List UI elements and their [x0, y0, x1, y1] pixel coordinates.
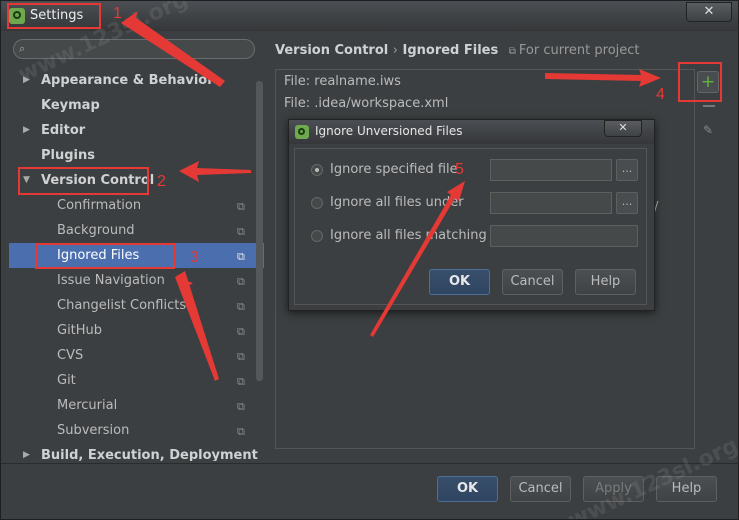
- dialog-cancel-button[interactable]: Cancel: [502, 269, 563, 295]
- project-scope-icon: ⧉: [237, 350, 245, 363]
- list-item[interactable]: File: .idea/workspace.xml: [284, 96, 448, 111]
- tree-label: Issue Navigation: [57, 273, 165, 288]
- annotation-number-5: 5: [455, 161, 464, 178]
- divider: [1, 463, 738, 464]
- dialog-title-bar: Ignore Unversioned Files ✕: [289, 120, 654, 144]
- breadcrumb: Version Control › Ignored Files ⧉ For cur…: [275, 43, 640, 58]
- annotation-number-4: 4: [656, 86, 665, 103]
- tree-label: Build, Execution, Deployment: [41, 448, 258, 461]
- project-scope-icon: ⧉: [237, 325, 245, 338]
- project-scope-icon: ⧉: [237, 275, 245, 288]
- tree-label: Confirmation: [57, 198, 142, 213]
- annotation-number-3: 3: [190, 249, 199, 266]
- project-scope-icon: ⧉: [237, 250, 245, 263]
- tree-label: Git: [57, 373, 76, 388]
- tree-item-background[interactable]: Background ⧉: [9, 218, 264, 243]
- tree-label: Appearance & Behavior: [41, 73, 214, 88]
- project-scope: ⧉ For current project: [509, 43, 640, 58]
- dialog-close-button[interactable]: ✕: [604, 120, 642, 137]
- pattern-input[interactable]: [490, 225, 638, 247]
- breadcrumb-separator: ›: [392, 43, 398, 58]
- annotation-box-1: [7, 3, 101, 29]
- ignore-unversioned-dialog: Ignore Unversioned Files ✕ Ignore specif…: [288, 119, 655, 311]
- option-ignore-specified-file[interactable]: Ignore specified file: [311, 159, 458, 181]
- tree-label: Subversion: [57, 423, 130, 438]
- radio-unselected[interactable]: [311, 230, 323, 242]
- android-studio-icon: [295, 125, 309, 139]
- directory-input[interactable]: [490, 192, 612, 214]
- tree-item-keymap[interactable]: Keymap: [9, 93, 264, 118]
- tree-item-plugins[interactable]: Plugins: [9, 143, 264, 168]
- close-button[interactable]: ✕: [686, 2, 732, 22]
- settings-window: Settings ✕ ⌕ ▶ Appearance & Behavior Key…: [0, 0, 739, 520]
- dialog-title: Ignore Unversioned Files: [315, 124, 463, 138]
- project-scope-label: For current project: [518, 43, 640, 58]
- dialog-help-button[interactable]: Help: [575, 269, 636, 295]
- annotation-number-2: 2: [157, 173, 166, 190]
- tree-label: Plugins: [41, 148, 95, 163]
- radio-selected[interactable]: [311, 164, 323, 176]
- specified-file-input[interactable]: [490, 159, 612, 181]
- tree-label: Background: [57, 223, 135, 238]
- project-scope-icon: ⧉: [237, 375, 245, 388]
- tree-item-editor[interactable]: ▶ Editor: [9, 118, 264, 143]
- option-label: Ignore specified file: [330, 162, 458, 177]
- breadcrumb-current: Ignored Files: [402, 43, 499, 58]
- project-scope-icon: ⧉: [237, 300, 245, 313]
- radio-unselected[interactable]: [311, 197, 323, 209]
- tree-item-issue-navigation[interactable]: Issue Navigation ⧉: [9, 268, 264, 293]
- cancel-button[interactable]: Cancel: [510, 476, 571, 502]
- annotation-box-3: [35, 243, 175, 269]
- edit-icon[interactable]: ✎: [703, 123, 713, 137]
- ok-button[interactable]: OK: [437, 476, 498, 502]
- annotation-box-2: [18, 167, 149, 195]
- dialog-ok-button[interactable]: OK: [429, 269, 490, 295]
- remove-icon[interactable]: [703, 105, 715, 107]
- project-scope-icon: ⧉: [237, 225, 245, 238]
- tree-label: GitHub: [57, 323, 103, 338]
- project-scope-icon: ⧉: [508, 46, 516, 57]
- tree-item-git[interactable]: Git ⧉: [9, 368, 264, 393]
- expand-arrow-icon[interactable]: ▶: [23, 118, 30, 143]
- tree-label: CVS: [57, 348, 84, 363]
- dialog-content: Ignore specified file ... Ignore all fil…: [294, 148, 647, 305]
- tree-item-mercurial[interactable]: Mercurial ⧉: [9, 393, 264, 418]
- tree-item-github[interactable]: GitHub ⧉: [9, 318, 264, 343]
- annotation-number-1: 1: [113, 5, 122, 22]
- tree-item-build[interactable]: ▶ Build, Execution, Deployment: [9, 443, 264, 461]
- option-ignore-all-under[interactable]: Ignore all files under: [311, 192, 464, 214]
- annotation-box-4: [678, 62, 722, 102]
- project-scope-icon: ⧉: [237, 400, 245, 413]
- search-icon: ⌕: [19, 42, 26, 55]
- tree-item-changelist-conflicts[interactable]: Changelist Conflicts ⧉: [9, 293, 264, 318]
- tree-item-cvs[interactable]: CVS ⧉: [9, 343, 264, 368]
- browse-directory-button[interactable]: ...: [616, 192, 638, 214]
- tree-item-subversion[interactable]: Subversion ⧉: [9, 418, 264, 443]
- option-ignore-all-matching[interactable]: Ignore all files matching: [311, 225, 487, 247]
- tree-label: Editor: [41, 123, 86, 138]
- tree-label: Mercurial: [57, 398, 118, 413]
- list-item[interactable]: File: realname.iws: [284, 74, 401, 89]
- breadcrumb-parent: Version Control: [275, 43, 389, 58]
- tree-scrollbar[interactable]: [256, 81, 263, 381]
- project-scope-icon: ⧉: [237, 200, 245, 213]
- project-scope-icon: ⧉: [237, 425, 245, 438]
- browse-file-button[interactable]: ...: [616, 159, 638, 181]
- tree-item-confirmation[interactable]: Confirmation ⧉: [9, 193, 264, 218]
- expand-arrow-icon[interactable]: ▶: [23, 443, 30, 461]
- tree-label: Keymap: [41, 98, 100, 113]
- option-label: Ignore all files under: [330, 195, 464, 210]
- tree-label: Changelist Conflicts: [57, 298, 187, 313]
- option-label: Ignore all files matching: [330, 228, 487, 243]
